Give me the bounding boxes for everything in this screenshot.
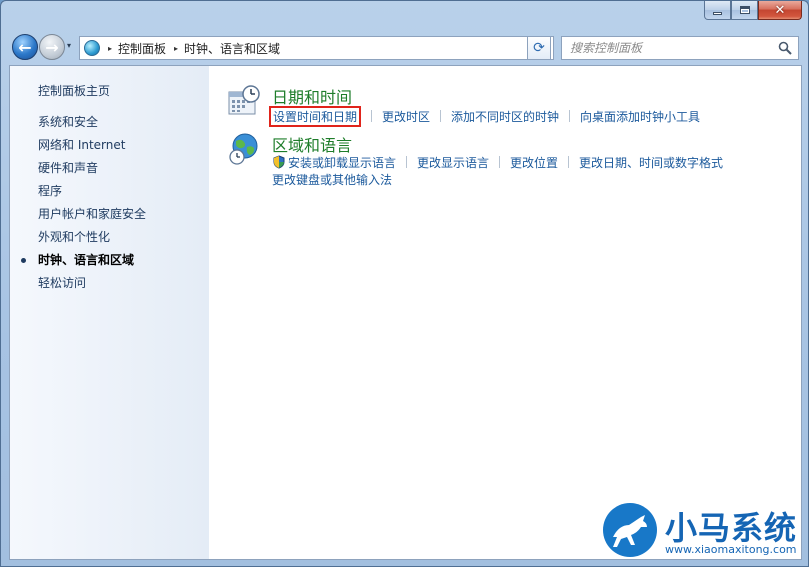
calendar-clock-icon[interactable]	[227, 84, 261, 118]
control-panel-icon	[84, 40, 100, 56]
close-icon: ✕	[774, 2, 786, 18]
arrow-left-icon: ←	[18, 37, 32, 57]
link-divider	[440, 110, 442, 122]
breadcrumb-control-panel[interactable]: 控制面板	[118, 40, 166, 57]
sidebar: 控制面板主页 系统和安全 网络和 Internet 硬件和声音 程序 用户帐户和…	[10, 66, 209, 559]
change-keyboards-link[interactable]: 更改键盘或其他输入法	[272, 171, 392, 188]
minimize-button[interactable]	[704, 1, 731, 20]
link-divider	[568, 156, 570, 168]
category-title-date-time[interactable]: 日期和时间	[272, 84, 352, 108]
maximize-icon	[739, 6, 750, 14]
search-icon[interactable]	[778, 41, 792, 55]
link-divider	[371, 110, 373, 122]
horse-silhouette-icon	[613, 515, 647, 547]
change-formats-link[interactable]: 更改日期、时间或数字格式	[579, 154, 723, 171]
address-bar[interactable]: ▸ 控制面板 ▸ 时钟、语言和区域 ▾	[79, 36, 554, 60]
watermark-logo: 小马系统 www.xiaomaxitong.com	[599, 497, 805, 563]
minimize-icon	[713, 11, 722, 15]
navigation-bar: ← → ▾ ▸ 控制面板 ▸ 时钟、语言和区域 ▾ ⟳	[9, 31, 802, 61]
add-clock-gadget-link[interactable]: 向桌面添加时钟小工具	[580, 108, 700, 125]
search-box[interactable]	[561, 36, 799, 60]
recent-pages-dropdown[interactable]: ▾	[67, 41, 71, 50]
set-time-date-link[interactable]: 设置时间和日期	[269, 106, 362, 127]
forward-button[interactable]: →	[39, 34, 65, 60]
sidebar-item-network-internet[interactable]: 网络和 Internet	[38, 137, 146, 160]
change-time-zone-link[interactable]: 更改时区	[382, 108, 430, 125]
arrow-right-icon: →	[45, 37, 59, 57]
globe-clock-icon[interactable]	[227, 132, 261, 166]
horse-logo-icon	[603, 503, 657, 557]
install-display-language-link[interactable]: 安装或卸载显示语言	[288, 154, 396, 171]
content-area: 控制面板主页 系统和安全 网络和 Internet 硬件和声音 程序 用户帐户和…	[9, 65, 802, 560]
region-language-links: 安装或卸载显示语言 更改显示语言 更改位置 更改日期、时间或数字格式 更改键盘或其他输…	[272, 154, 723, 188]
refresh-icon: ⟳	[533, 40, 545, 56]
search-input[interactable]	[570, 41, 770, 55]
uac-shield-icon	[273, 155, 285, 169]
watermark-url: www.xiaomaxitong.com	[665, 543, 797, 556]
date-time-links: 设置时间和日期 更改时区 添加不同时区的时钟 向桌面添加时钟小工具	[269, 106, 700, 127]
breadcrumb-separator-icon[interactable]: ▸	[108, 44, 112, 53]
control-panel-window: ✕ ← → ▾ ▸ 控制面板 ▸ 时钟、语言和区域 ▾ ⟳ 控制面板主页 系统和…	[0, 0, 809, 567]
breadcrumb-separator-icon[interactable]: ▸	[174, 44, 178, 53]
sidebar-item-ease-of-access[interactable]: 轻松访问	[38, 275, 146, 298]
refresh-button[interactable]: ⟳	[527, 36, 551, 60]
link-divider	[569, 110, 571, 122]
link-divider	[406, 156, 408, 168]
breadcrumb-clock-language-region[interactable]: 时钟、语言和区域	[184, 40, 280, 57]
sidebar-item-system-security[interactable]: 系统和安全	[38, 114, 146, 137]
sidebar-list: 系统和安全 网络和 Internet 硬件和声音 程序 用户帐户和家庭安全 外观…	[20, 114, 146, 298]
back-button[interactable]: ←	[12, 34, 38, 60]
link-divider	[499, 156, 501, 168]
sidebar-item-clock-language-region[interactable]: 时钟、语言和区域	[20, 252, 146, 275]
caption-buttons: ✕	[704, 1, 802, 21]
add-clocks-link[interactable]: 添加不同时区的时钟	[451, 108, 559, 125]
close-button[interactable]: ✕	[758, 1, 802, 20]
sidebar-item-programs[interactable]: 程序	[38, 183, 146, 206]
sidebar-item-user-accounts[interactable]: 用户帐户和家庭安全	[38, 206, 146, 229]
maximize-button[interactable]	[731, 1, 758, 20]
main-panel: 日期和时间 设置时间和日期 更改时区 添加不同时区的时钟 向桌面添加时钟小工具 区域和…	[209, 66, 801, 559]
category-title-region-language[interactable]: 区域和语言	[272, 132, 352, 156]
sidebar-item-hardware-sound[interactable]: 硬件和声音	[38, 160, 146, 183]
change-location-link[interactable]: 更改位置	[510, 154, 558, 171]
change-display-language-link[interactable]: 更改显示语言	[417, 154, 489, 171]
sidebar-home-link[interactable]: 控制面板主页	[38, 82, 110, 99]
sidebar-item-appearance[interactable]: 外观和个性化	[38, 229, 146, 252]
